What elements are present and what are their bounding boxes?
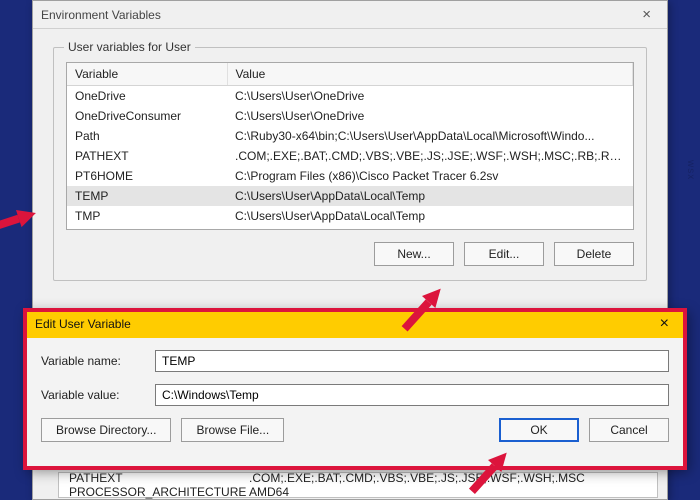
sys-var-name: PROCESSOR_ARCHITECTURE — [69, 485, 249, 499]
edit-user-variable-dialog: Edit User Variable × Variable name: Vari… — [24, 309, 686, 469]
table-row[interactable]: TMPC:\Users\User\AppData\Local\Temp — [67, 206, 633, 226]
variable-value-input[interactable] — [155, 384, 669, 406]
cell-variable: TMP — [67, 206, 227, 226]
column-header-variable[interactable]: Variable — [67, 63, 227, 86]
env-title: Environment Variables — [41, 8, 161, 22]
column-header-value[interactable]: Value — [227, 63, 633, 86]
table-row[interactable]: OneDriveC:\Users\User\OneDrive — [67, 86, 633, 107]
cell-variable: PATHEXT — [67, 146, 227, 166]
cell-value: C:\Users\User\OneDrive — [227, 86, 633, 107]
cell-value: C:\Program Files (x86)\Cisco Packet Trac… — [227, 166, 633, 186]
cell-variable: OneDriveConsumer — [67, 106, 227, 126]
sys-var-value: .COM;.EXE;.BAT;.CMD;.VBS;.VBE;.JS;.JSE;.… — [249, 471, 585, 485]
browse-directory-button[interactable]: Browse Directory... — [41, 418, 171, 442]
env-titlebar: Environment Variables × — [33, 1, 667, 29]
close-icon[interactable]: × — [634, 4, 659, 25]
edit-title: Edit User Variable — [35, 317, 131, 331]
edit-titlebar: Edit User Variable × — [25, 310, 685, 338]
cell-value: C:\Users\User\OneDrive — [227, 106, 633, 126]
new-button[interactable]: New... — [374, 242, 454, 266]
sys-var-value: AMD64 — [249, 485, 289, 499]
browse-file-button[interactable]: Browse File... — [181, 418, 284, 442]
user-variables-groupbox: User variables for User Variable Value O… — [53, 47, 647, 281]
cell-variable: OneDrive — [67, 86, 227, 107]
cancel-button[interactable]: Cancel — [589, 418, 669, 442]
ok-button[interactable]: OK — [499, 418, 579, 442]
cell-value: C:\Users\User\AppData\Local\Temp — [227, 206, 633, 226]
table-row[interactable]: OneDriveConsumerC:\Users\User\OneDrive — [67, 106, 633, 126]
system-vars-peek: PATHEXT .COM;.EXE;.BAT;.CMD;.VBS;.VBE;.J… — [58, 472, 658, 498]
user-vars-button-row: New... Edit... Delete — [66, 242, 634, 266]
cell-value: C:\Ruby30-x64\bin;C:\Users\User\AppData\… — [227, 126, 633, 146]
table-row[interactable]: PATHEXT.COM;.EXE;.BAT;.CMD;.VBS;.VBE;.JS… — [67, 146, 633, 166]
variable-name-label: Variable name: — [41, 354, 139, 368]
variable-name-input[interactable] — [155, 350, 669, 372]
cell-value: C:\Users\User\AppData\Local\Temp — [227, 186, 633, 206]
cell-value: .COM;.EXE;.BAT;.CMD;.VBS;.VBE;.JS;.JSE;.… — [227, 146, 633, 166]
watermark: wsx — [685, 160, 696, 180]
variable-value-label: Variable value: — [41, 388, 139, 402]
cell-variable: TEMP — [67, 186, 227, 206]
close-icon[interactable]: × — [654, 315, 675, 333]
table-row[interactable]: PT6HOMEC:\Program Files (x86)\Cisco Pack… — [67, 166, 633, 186]
table-row[interactable]: TEMPC:\Users\User\AppData\Local\Temp — [67, 186, 633, 206]
cell-variable: Path — [67, 126, 227, 146]
delete-button[interactable]: Delete — [554, 242, 634, 266]
user-variables-grid[interactable]: Variable Value OneDriveC:\Users\User\One… — [66, 62, 634, 230]
table-row[interactable]: PathC:\Ruby30-x64\bin;C:\Users\User\AppD… — [67, 126, 633, 146]
cell-variable: PT6HOME — [67, 166, 227, 186]
groupbox-legend: User variables for User — [64, 40, 195, 54]
edit-button[interactable]: Edit... — [464, 242, 544, 266]
sys-var-name: PATHEXT — [69, 471, 249, 485]
